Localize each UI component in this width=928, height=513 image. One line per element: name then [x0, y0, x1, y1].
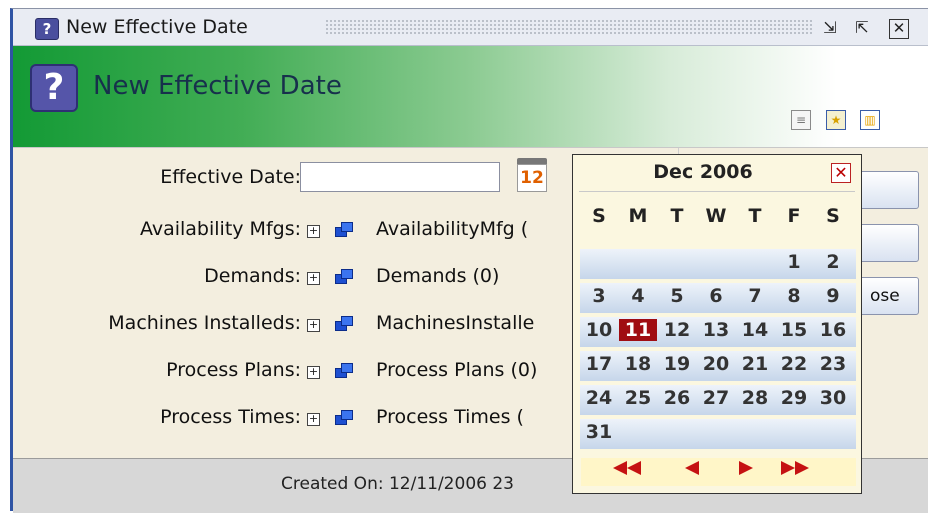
calendar-icon: 12	[517, 164, 547, 192]
page-title: New Effective Date	[93, 71, 342, 101]
previous-month-icon[interactable]	[677, 461, 715, 481]
calendar-day[interactable]: 17	[580, 353, 618, 375]
calendar-day[interactable]: 25	[619, 387, 657, 409]
process-times-link[interactable]: Process Times (	[376, 406, 524, 428]
page-header: ? New Effective Date ≡ ★ ▥	[13, 46, 928, 148]
calendar-day[interactable]: 7	[736, 285, 774, 307]
calendar-day[interactable]: 4	[619, 285, 657, 307]
calendar-day[interactable]: 31	[580, 421, 618, 443]
calendar-day[interactable]: 2	[814, 251, 852, 273]
help-icon: ?	[35, 18, 59, 40]
window-title: New Effective Date	[66, 16, 248, 38]
calendar-day[interactable]: 13	[697, 319, 735, 341]
calendar-day[interactable]: 6	[697, 285, 735, 307]
machines-installeds-link[interactable]: MachinesInstalle	[376, 312, 534, 334]
expand-icon[interactable]: +	[307, 225, 320, 238]
created-on-text: Created On: 12/11/2006 23	[281, 474, 514, 494]
weekday-label: T	[670, 205, 684, 227]
weekday-label: W	[705, 205, 727, 227]
calendar-day[interactable]: 28	[736, 387, 774, 409]
demands-label: Demands:	[204, 265, 301, 287]
calendar-day[interactable]: 3	[580, 285, 618, 307]
previous-year-icon[interactable]	[613, 461, 651, 481]
machines-installeds-label: Machines Installeds:	[108, 312, 301, 334]
maximize-icon[interactable]: ⇱	[851, 17, 873, 39]
title-bar-grip	[325, 19, 812, 35]
object-icon	[335, 363, 353, 378]
calendar-day[interactable]: 1	[775, 251, 813, 273]
calendar-month: Dec 2006	[653, 161, 753, 183]
calendar-day[interactable]: 27	[697, 387, 735, 409]
calendar-day[interactable]: 12	[658, 319, 696, 341]
calendar-day[interactable]: 21	[736, 353, 774, 375]
next-month-icon[interactable]	[731, 461, 769, 481]
columns-icon[interactable]: ▥	[860, 110, 880, 130]
calendar-day[interactable]: 14	[736, 319, 774, 341]
process-plans-label: Process Plans:	[166, 359, 301, 381]
calendar-day[interactable]: 20	[697, 353, 735, 375]
availability-mfgs-link[interactable]: AvailabilityMfg (	[376, 218, 528, 240]
object-icon	[335, 316, 353, 331]
calendar-week-row: 24 25 26 27 28 29 30	[580, 385, 856, 415]
weekday-label: S	[592, 205, 606, 227]
weekday-label: T	[748, 205, 762, 227]
calendar-day[interactable]: 10	[580, 319, 618, 341]
calendar-day[interactable]: 19	[658, 353, 696, 375]
calendar-day[interactable]: 5	[658, 285, 696, 307]
close-button-label: ose	[870, 286, 900, 306]
weekday-label: F	[787, 205, 801, 227]
calendar-popup: Dec 2006 ✕ SMTWTFS 1 2 3 4 5 6 7 8 9 10 11 12 13 14 15…	[572, 154, 862, 494]
calendar-day[interactable]: 15	[775, 319, 813, 341]
process-plans-link[interactable]: Process Plans (0)	[376, 359, 537, 381]
title-bar[interactable]: ? New Effective Date ⇲ ⇱ ✕	[13, 9, 928, 46]
close-icon[interactable]: ✕	[889, 19, 909, 39]
effective-date-label: Effective Date:	[160, 166, 301, 188]
expand-icon[interactable]: +	[307, 413, 320, 426]
minimize-icon[interactable]: ⇲	[819, 17, 841, 39]
help-icon: ?	[30, 64, 78, 112]
divider	[579, 191, 855, 192]
object-icon	[335, 269, 353, 284]
calendar-day[interactable]: 24	[580, 387, 618, 409]
calendar-day[interactable]: 29	[775, 387, 813, 409]
calendar-day[interactable]: 8	[775, 285, 813, 307]
weekday-label: S	[826, 205, 840, 227]
availability-mfgs-label: Availability Mfgs:	[139, 218, 301, 240]
effective-date-input[interactable]	[300, 162, 500, 192]
document-icon[interactable]: ≡	[791, 110, 811, 130]
calendar-day[interactable]: 9	[814, 285, 852, 307]
calendar-day[interactable]: 18	[619, 353, 657, 375]
calendar-week-row: 10 11 12 13 14 15 16	[580, 317, 856, 347]
object-icon	[335, 410, 353, 425]
calendar-week-row: 3456789	[580, 283, 856, 313]
expand-icon[interactable]: +	[307, 272, 320, 285]
calendar-day[interactable]: 11	[619, 319, 657, 341]
favorite-icon[interactable]: ★	[826, 110, 846, 130]
calendar-week-row: 12	[580, 249, 856, 279]
calendar-day[interactable]: 26	[658, 387, 696, 409]
calendar-week-row: 31	[580, 419, 856, 449]
calendar-day[interactable]: 16	[814, 319, 852, 341]
expand-icon[interactable]: +	[307, 366, 320, 379]
weekday-label: M	[628, 205, 648, 227]
calendar-day[interactable]: 22	[775, 353, 813, 375]
expand-icon[interactable]: +	[307, 319, 320, 332]
close-icon[interactable]: ✕	[831, 163, 851, 183]
calendar-button[interactable]: 12	[515, 156, 549, 194]
next-year-icon[interactable]	[781, 461, 819, 481]
object-icon	[335, 222, 353, 237]
calendar-day[interactable]: 23	[814, 353, 852, 375]
calendar-week-row: 17 18 19 20 21 22 23	[580, 351, 856, 381]
process-times-label: Process Times:	[160, 406, 301, 428]
demands-link[interactable]: Demands (0)	[376, 265, 499, 287]
calendar-day[interactable]: 30	[814, 387, 852, 409]
